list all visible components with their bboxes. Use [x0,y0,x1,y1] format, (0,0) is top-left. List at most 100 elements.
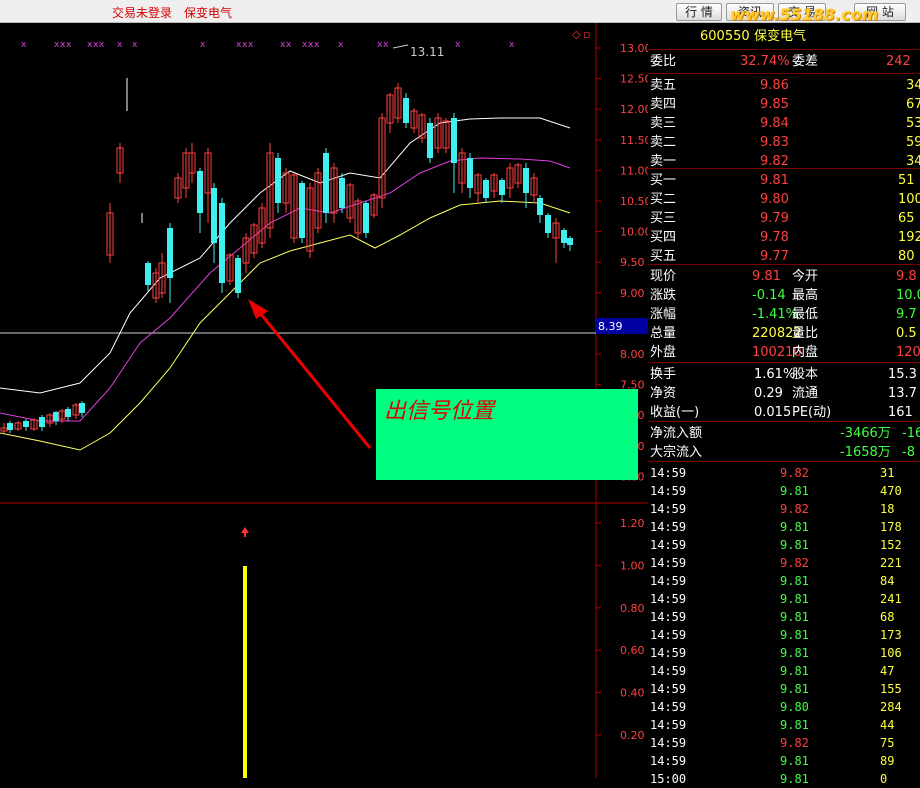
tick-row: 14:59 9.81 89 [648,752,920,770]
price-tick-label: 9.00 [620,287,645,300]
flow-value: -3466万 [840,426,891,441]
tick-time: 14:59 [650,610,687,624]
marker-x: x [314,40,320,50]
tick-time: 14:59 [650,556,687,570]
price-tick-label: 10.50 [620,195,648,208]
tick-volume: 470 [880,484,902,498]
stat-label: 现价 [650,269,677,284]
candle-body [323,153,329,213]
fund-value: 1.61% [754,367,796,382]
level-price: 9.81 [760,173,789,188]
level-price: 9.83 [760,135,789,150]
stat-row: 总量 220822 量比 0.5 [648,324,920,343]
buy-row: 买三 9.79 65 [648,209,920,228]
fund-label: 换手 [650,367,677,382]
level-price: 9.86 [760,78,789,93]
candle-body [7,423,13,430]
candle-body [197,171,203,213]
stat-row: 现价 9.81 今开 9.8 [648,267,920,286]
stat-row: 涨幅 -1.41% 最低 9.7 [648,305,920,324]
level-price: 9.77 [760,249,789,264]
signal-bar [243,566,247,778]
buy-row: 买一 9.81 51 [648,171,920,190]
stat-value: -0.14 [752,288,786,303]
high-label: 13.11 [410,45,444,59]
stat-value: 0.5 [896,326,917,341]
level-label: 买二 [650,192,677,207]
fund-value: 15.3 [888,367,917,382]
candle-body [567,238,573,245]
tick-volume: 152 [880,538,902,552]
tick-price: 9.81 [780,610,809,624]
candle-body [467,158,473,188]
signal-label: 出信号位置 [384,399,495,424]
level-volume: 80 [898,249,915,264]
tick-row: 14:59 9.81 47 [648,662,920,680]
sell-row: 卖三 9.84 53 [648,114,920,133]
marker-x: x [117,40,123,50]
tick-time: 14:59 [650,466,687,480]
tick-volume: 0 [880,772,888,786]
marker-x: x [455,40,461,50]
ind-tick-label: 0.20 [620,729,645,742]
tick-volume: 89 [880,754,895,768]
quote-button[interactable]: 行 情 [676,3,722,21]
price-tick-label: 13.00 [620,42,648,55]
stat-row: 外盘100210内盘12061 [648,343,920,362]
candle-body [545,215,551,233]
tick-row: 14:59 9.81 241 [648,590,920,608]
stock-code: 600550 [700,29,750,44]
marker-x: x [21,40,27,50]
tick-row: 14:59 9.81 44 [648,716,920,734]
candlesticks [0,78,573,433]
fund-value: 0.29 [754,386,783,401]
fund-label: 收益(一) [650,405,700,420]
tick-volume: 44 [880,718,895,732]
ind-tick-label: 0.80 [620,602,645,615]
buy-signal-icon [241,527,249,537]
tick-price: 9.81 [780,592,809,606]
level-label: 卖四 [650,97,677,112]
tick-row: 14:59 9.81 155 [648,680,920,698]
candle-body [65,409,71,417]
tick-price: 9.81 [780,682,809,696]
signal-annotation: 出信号位置 [376,389,638,480]
flow-label: 大宗流入 [650,445,703,460]
stat-label: 涨幅 [650,307,677,322]
tick-time: 14:59 [650,484,687,498]
sell-row: 卖二 9.83 59 [648,133,920,152]
tick-time: 14:59 [650,682,687,696]
tick-row: 14:59 9.82 221 [648,554,920,572]
price-tick-label: 10.00 [620,226,648,239]
tick-row: 14:59 9.81 178 [648,518,920,536]
candle-body [39,417,45,427]
stat-value: 12061 [896,345,920,360]
candle-body [53,412,59,421]
tick-time: 14:59 [650,646,687,660]
stock-title: 保变电气 [184,6,233,20]
level-volume: 53 [906,116,920,131]
signal-arrow [254,307,372,449]
marker-x: x [200,40,206,50]
ind-tick-label: 1.20 [620,517,645,530]
sell-row: 卖一 9.82 34 [648,152,920,171]
fund-label: 股本 [792,367,819,382]
tick-price: 9.81 [780,628,809,642]
marker-x: x [66,40,72,50]
indicator-axis: 1.20 1.00 0.80 0.60 0.40 0.20 [596,517,645,742]
level-volume: 100 [898,192,920,207]
level-label: 买五 [650,249,677,264]
stat-label: 内盘 [792,345,819,360]
price-tick-label: 11.00 [620,164,648,177]
tick-volume: 31 [880,466,895,480]
tick-time: 14:59 [650,718,687,732]
tick-volume: 18 [880,502,895,516]
tick-time: 14:59 [650,592,687,606]
tick-price: 9.82 [780,556,809,570]
candle-body [427,123,433,158]
level-label: 买四 [650,230,677,245]
candle-body [167,228,173,278]
stat-label: 今开 [792,269,819,284]
tick-price: 9.81 [780,754,809,768]
stat-label: 最低 [792,307,819,322]
